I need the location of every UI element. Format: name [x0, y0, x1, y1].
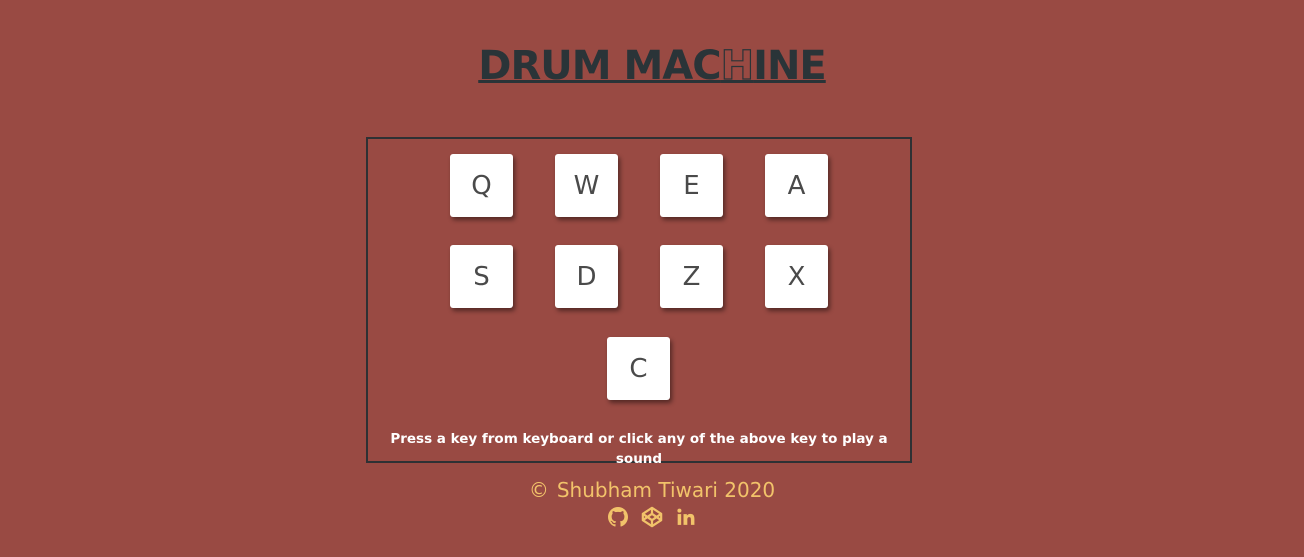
drum-machine: Q W E A S D Z X C Press a key from keybo… — [366, 137, 912, 467]
drum-pad-s[interactable]: S — [450, 245, 513, 308]
display-message: Press a key from keyboard or click any o… — [390, 431, 888, 467]
drum-pad-a[interactable]: A — [765, 154, 828, 217]
drum-pad-w[interactable]: W — [555, 154, 618, 217]
drum-pad-q[interactable]: Q — [450, 154, 513, 217]
drum-pad-d[interactable]: D — [555, 245, 618, 308]
author-name: Shubham Tiwari 2020 — [556, 478, 776, 502]
drum-pad-c[interactable]: C — [607, 337, 670, 400]
social-links — [0, 506, 1304, 528]
codepen-icon — [641, 506, 663, 528]
title-part-3: INE — [753, 43, 827, 89]
drum-pad-z[interactable]: Z — [660, 245, 723, 308]
page-title: DRUM MACHINE — [0, 38, 1304, 94]
drum-pad-x[interactable]: X — [765, 245, 828, 308]
title-part-2: H — [720, 42, 755, 89]
linkedin-icon — [677, 508, 695, 525]
title-part-1: DRUM MAC — [478, 43, 721, 89]
footer-credit: © Shubham Tiwari 2020 — [0, 477, 1304, 503]
github-icon — [608, 507, 628, 527]
drum-pad-e[interactable]: E — [660, 154, 723, 217]
codepen-link[interactable] — [641, 506, 663, 528]
github-link[interactable] — [607, 506, 629, 528]
copyright-symbol: © — [528, 478, 549, 502]
linkedin-link[interactable] — [675, 506, 697, 528]
